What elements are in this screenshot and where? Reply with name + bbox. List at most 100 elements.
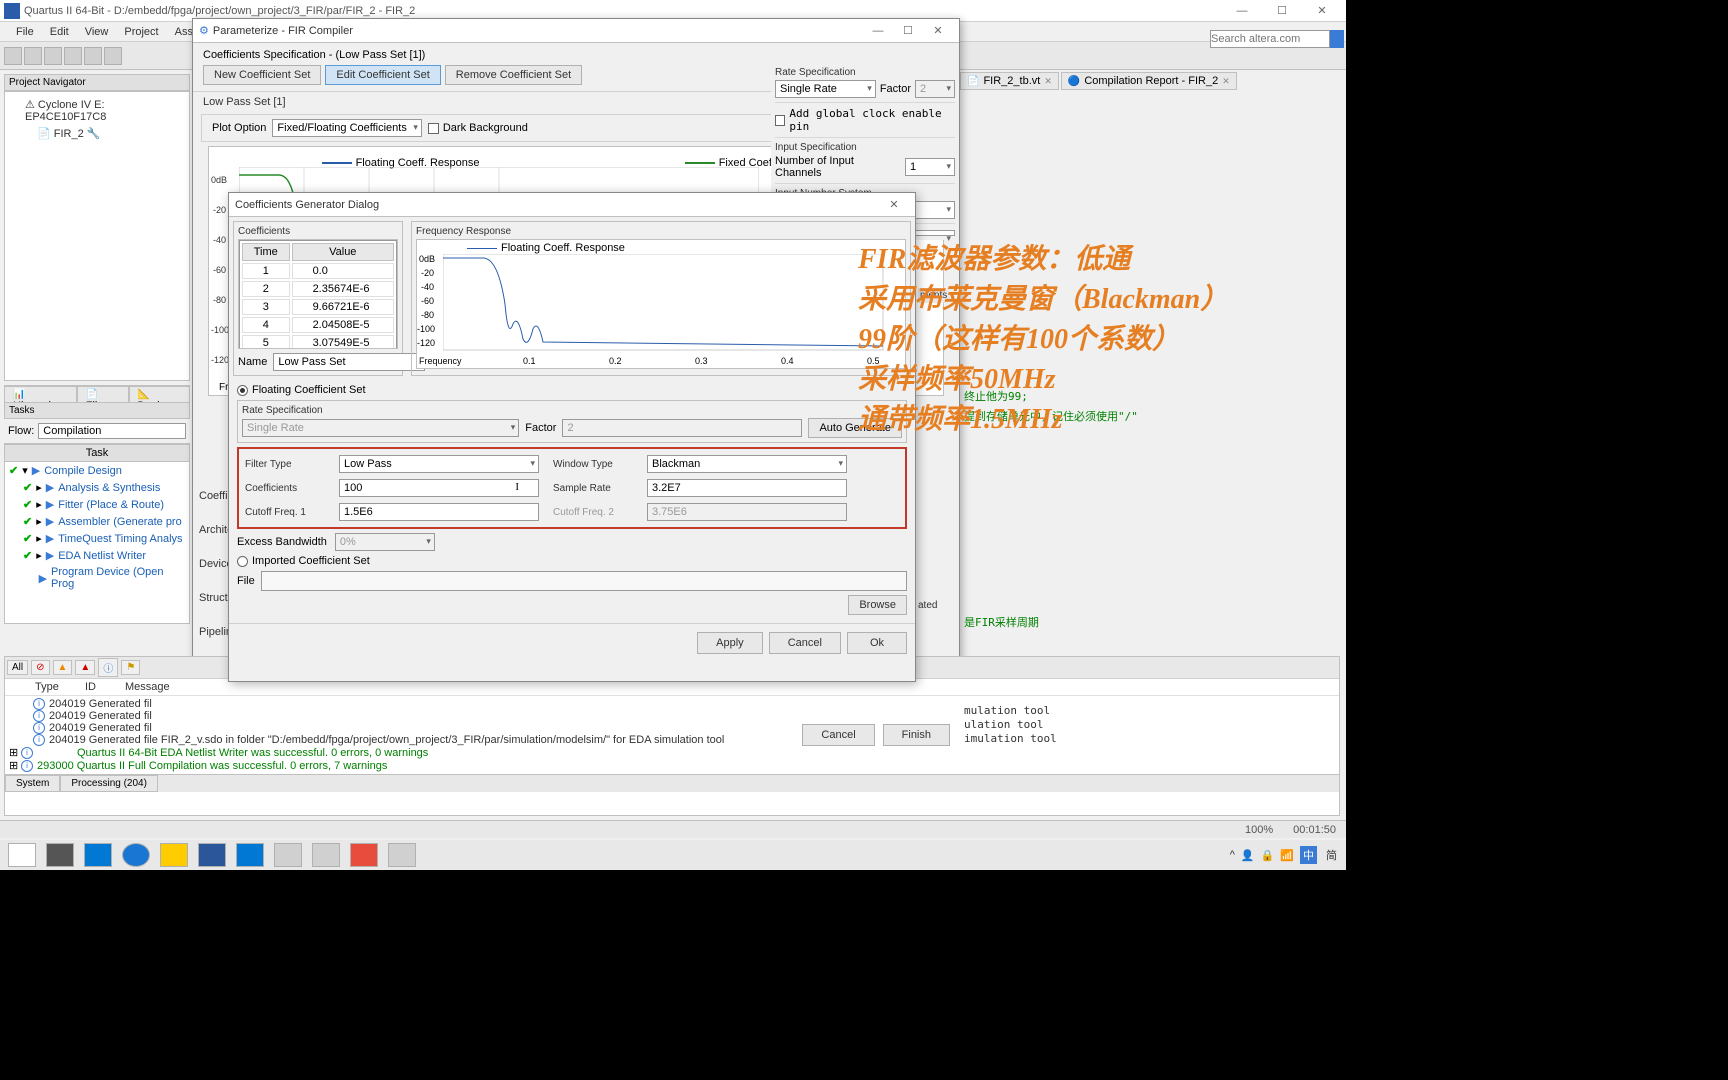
flow-select[interactable]: Compilation	[38, 423, 186, 439]
msg-filter-error[interactable]: ⊘	[31, 660, 49, 675]
task-assembler[interactable]: Assembler (Generate pro	[58, 516, 182, 528]
task-eda[interactable]: EDA Netlist Writer	[58, 550, 146, 562]
search-input[interactable]	[1210, 30, 1330, 48]
msg-filter-all[interactable]: All	[7, 660, 28, 675]
toolbar-icon[interactable]	[104, 47, 122, 65]
global-clock-checkbox[interactable]: Add global clock enable pin	[775, 107, 955, 133]
tray-icon[interactable]: ^	[1230, 849, 1235, 861]
filter-type-select[interactable]: Low Pass	[339, 455, 539, 473]
finish-button[interactable]: Finish	[883, 724, 950, 746]
expand-icon[interactable]: ▸	[36, 549, 42, 562]
dark-bg-checkbox[interactable]: Dark Background	[428, 122, 528, 134]
name-input[interactable]	[273, 353, 425, 371]
expand-icon[interactable]: ▸	[36, 481, 42, 494]
task-fitter[interactable]: Fitter (Place & Route)	[58, 499, 164, 511]
play-icon[interactable]: ▶	[46, 515, 54, 528]
remove-coef-button[interactable]: Remove Coefficient Set	[445, 65, 582, 85]
cutoff1-input[interactable]	[339, 503, 539, 521]
start-button[interactable]	[8, 843, 36, 867]
num-channels-select[interactable]: 1	[905, 158, 955, 176]
table-row[interactable]: 42.04508E-5	[242, 317, 394, 333]
maximize-button[interactable]: ☐	[893, 24, 923, 37]
ime-indicator[interactable]: 中	[1300, 846, 1317, 864]
msg-tab-system[interactable]: System	[5, 775, 60, 792]
maximize-button[interactable]: ☐	[1262, 1, 1302, 21]
msg-tab-processing[interactable]: Processing (204)	[60, 775, 158, 792]
media-app-icon[interactable]	[236, 843, 264, 867]
table-row[interactable]: 39.66721E-6	[242, 299, 394, 315]
rate-select[interactable]: Single Rate	[775, 80, 876, 98]
play-icon[interactable]: ▶	[46, 481, 54, 494]
entity-node[interactable]: 📄 FIR_2 🔧	[9, 125, 185, 142]
factor-select[interactable]: 2	[915, 80, 955, 98]
expand-icon[interactable]: ▸	[36, 515, 42, 528]
app-icon[interactable]	[312, 843, 340, 867]
edit-coef-button[interactable]: Edit Coefficient Set	[325, 65, 440, 85]
expand-icon[interactable]: ▸	[36, 532, 42, 545]
tray-icon[interactable]: 👤	[1241, 849, 1255, 862]
cancel-button[interactable]: Cancel	[769, 632, 841, 654]
msg-filter-warn[interactable]: ▲	[53, 660, 73, 675]
table-row[interactable]: 53.07549E-5	[242, 335, 394, 349]
msg-filter-critical[interactable]: ▲	[75, 660, 95, 675]
play-icon[interactable]: ▶	[46, 549, 54, 562]
app-icon[interactable]	[274, 843, 302, 867]
device-node[interactable]: ⚠ Cyclone IV E: EP4CE10F17C8	[9, 96, 185, 125]
play-icon[interactable]: ▶	[32, 464, 40, 477]
toolbar-icon[interactable]	[44, 47, 62, 65]
menu-view[interactable]: View	[77, 26, 117, 38]
system-tray[interactable]: ^ 👤 🔒 📶 中 简	[1230, 846, 1340, 864]
toolbar-icon[interactable]	[64, 47, 82, 65]
toolbar-icon[interactable]	[84, 47, 102, 65]
task-timequest[interactable]: TimeQuest Timing Analys	[58, 533, 182, 545]
tray-icon[interactable]: 📶	[1280, 849, 1294, 862]
close-tab-icon[interactable]: ✕	[1222, 76, 1230, 87]
close-button[interactable]: ✕	[1302, 1, 1342, 21]
plot-option-select[interactable]: Fixed/Floating Coefficients	[272, 119, 421, 137]
mail-app-icon[interactable]	[84, 843, 112, 867]
task-analysis[interactable]: Analysis & Synthesis	[58, 482, 160, 494]
word-app-icon[interactable]	[198, 843, 226, 867]
play-icon[interactable]: ▶	[46, 498, 54, 511]
sample-rate-input[interactable]	[647, 479, 847, 497]
apply-button[interactable]: Apply	[697, 632, 763, 654]
explorer-app-icon[interactable]	[160, 843, 188, 867]
floating-coef-radio[interactable]: Floating Coefficient Set	[237, 384, 907, 396]
task-compile[interactable]: Compile Design	[44, 465, 122, 477]
expand-icon[interactable]: ▸	[36, 498, 42, 511]
expand-icon[interactable]: ▾	[22, 464, 28, 477]
ok-button[interactable]: Ok	[847, 632, 907, 654]
app-icon[interactable]	[388, 843, 416, 867]
taskview-icon[interactable]	[46, 843, 74, 867]
close-tab-icon[interactable]: ✕	[1044, 76, 1052, 87]
task-program[interactable]: Program Device (Open Prog	[51, 566, 185, 590]
table-row[interactable]: 10.0	[242, 263, 394, 279]
imported-coef-radio[interactable]: Imported Coefficient Set	[237, 555, 907, 567]
minimize-button[interactable]: —	[863, 25, 893, 37]
toolbar-icon[interactable]	[4, 47, 22, 65]
toolbar-icon[interactable]	[24, 47, 42, 65]
new-coef-button[interactable]: New Coefficient Set	[203, 65, 321, 85]
coefficients-input[interactable]	[339, 479, 539, 497]
table-row[interactable]: 22.35674E-6	[242, 281, 394, 297]
cancel-button[interactable]: Cancel	[802, 724, 874, 746]
menu-project[interactable]: Project	[116, 26, 166, 38]
tab-fir-tb[interactable]: 📄 FIR_2_tb.vt ✕	[960, 72, 1059, 90]
play-icon[interactable]: ▶	[46, 532, 54, 545]
msg-filter-info[interactable]: ⓘ	[98, 658, 118, 677]
window-type-select[interactable]: Blackman	[647, 455, 847, 473]
play-icon[interactable]: ▶	[39, 572, 47, 585]
file-input[interactable]	[261, 571, 907, 591]
minimize-button[interactable]: —	[1222, 1, 1262, 21]
th-value[interactable]: Value	[292, 243, 394, 261]
tray-icon[interactable]: 🔒	[1261, 849, 1275, 862]
search-go-icon[interactable]	[1330, 30, 1344, 48]
close-button[interactable]: ✕	[923, 24, 953, 37]
tab-compilation-report[interactable]: 🔵 Compilation Report - FIR_2 ✕	[1061, 72, 1237, 90]
edge-app-icon[interactable]	[122, 843, 150, 867]
msg-filter-flag[interactable]: ⚑	[121, 660, 140, 675]
close-button[interactable]: ✕	[879, 198, 909, 211]
menu-file[interactable]: File	[8, 26, 42, 38]
browse-button[interactable]: Browse	[848, 595, 907, 615]
th-time[interactable]: Time	[242, 243, 290, 261]
